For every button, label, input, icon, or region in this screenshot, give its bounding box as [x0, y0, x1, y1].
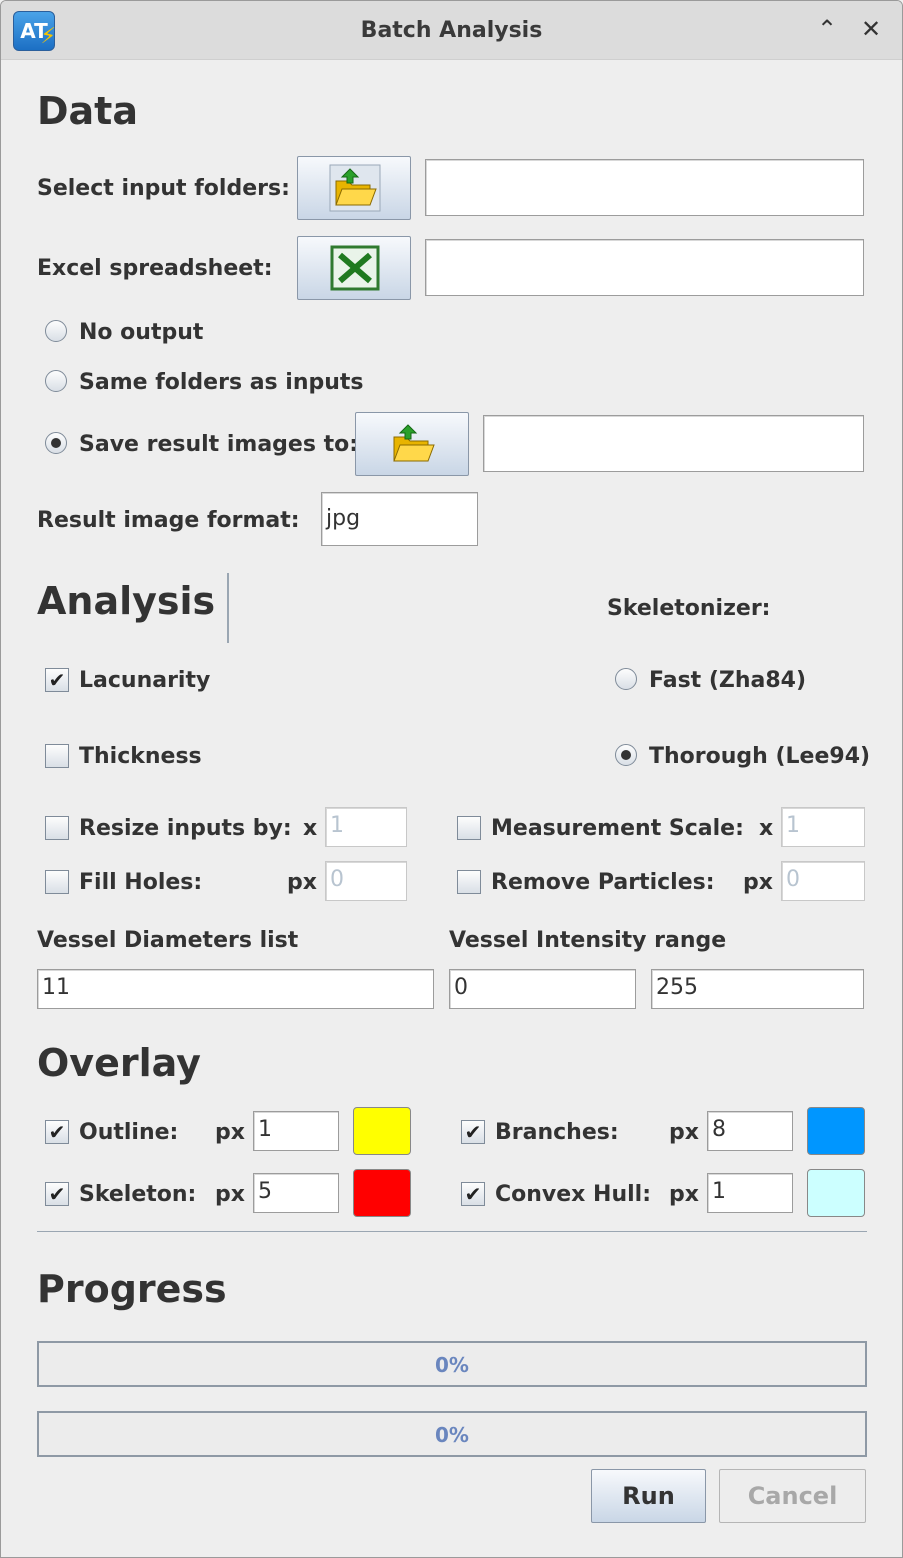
skeleton-checkbox[interactable]: ✔ — [45, 1182, 69, 1206]
branches-label: Branches: — [495, 1120, 619, 1145]
skeleton-label: Skeleton: — [79, 1182, 197, 1207]
outline-unit-label: px — [215, 1120, 245, 1145]
measurement-unit-label: x — [759, 816, 774, 841]
data-heading: Data — [37, 89, 138, 133]
skeleton-unit-label: px — [215, 1182, 245, 1207]
skeleton-width-field[interactable]: 5 — [253, 1173, 339, 1213]
progress-bar-1-text: 0% — [435, 1353, 469, 1377]
outline-color-swatch[interactable] — [353, 1107, 411, 1155]
remove-particles-field[interactable]: 0 — [781, 861, 865, 901]
title-bar: AT ⚡ Batch Analysis ⌃ ✕ — [1, 1, 902, 60]
select-input-folders-button[interactable] — [297, 156, 411, 220]
folder-open-icon — [329, 164, 381, 212]
batch-analysis-window: AT ⚡ Batch Analysis ⌃ ✕ Data Select input… — [0, 0, 903, 1558]
radio-same-folders[interactable] — [45, 370, 67, 392]
analysis-heading: Analysis — [37, 579, 216, 623]
remove-particles-label: Remove Particles: — [491, 870, 715, 895]
result-format-field[interactable]: jpg — [321, 492, 478, 546]
skeleton-color-swatch[interactable] — [353, 1169, 411, 1217]
convex-hull-checkbox[interactable]: ✔ — [461, 1182, 485, 1206]
run-button-label: Run — [622, 1482, 675, 1510]
vessel-diameters-label: Vessel Diameters list — [37, 928, 299, 953]
progress-bar-1: 0% — [37, 1341, 867, 1387]
outline-width-field[interactable]: 1 — [253, 1111, 339, 1151]
vessel-intensity-max-field[interactable]: 255 — [651, 969, 864, 1009]
progress-heading: Progress — [37, 1267, 227, 1311]
folder-open-icon — [393, 424, 435, 462]
save-result-path-field[interactable] — [483, 415, 864, 472]
measurement-scale-checkbox[interactable] — [457, 816, 481, 840]
thickness-checkbox[interactable] — [45, 744, 69, 768]
branches-color-swatch[interactable] — [807, 1107, 865, 1155]
progress-bar-2-text: 0% — [435, 1423, 469, 1447]
close-icon[interactable]: ✕ — [857, 15, 885, 43]
resize-inputs-field[interactable]: 1 — [325, 807, 407, 847]
overlay-heading: Overlay — [37, 1041, 201, 1085]
excel-spreadsheet-button[interactable] — [297, 236, 411, 300]
run-button[interactable]: Run — [591, 1469, 706, 1523]
radio-thorough-lee94[interactable] — [615, 744, 637, 766]
vessel-intensity-min-field[interactable]: 0 — [449, 969, 636, 1009]
fill-holes-checkbox[interactable] — [45, 870, 69, 894]
excel-icon — [330, 245, 380, 291]
input-folders-label: Select input folders: — [37, 176, 290, 201]
resize-unit-label: x — [303, 816, 318, 841]
convex-hull-label: Convex Hull: — [495, 1182, 651, 1207]
input-folders-field[interactable] — [425, 159, 864, 216]
chevron-up-icon[interactable]: ⌃ — [813, 15, 841, 43]
skeletonizer-label: Skeletonizer: — [607, 596, 771, 621]
remove-particles-checkbox[interactable] — [457, 870, 481, 894]
excel-spreadsheet-field[interactable] — [425, 239, 864, 296]
excel-spreadsheet-label: Excel spreadsheet: — [37, 256, 273, 281]
window-title: Batch Analysis — [360, 18, 543, 43]
cancel-button[interactable]: Cancel — [719, 1469, 866, 1523]
branches-checkbox[interactable]: ✔ — [461, 1120, 485, 1144]
convex-hull-width-field[interactable]: 1 — [707, 1173, 793, 1213]
thorough-lee94-label: Thorough (Lee94) — [649, 744, 871, 769]
lacunarity-checkbox[interactable]: ✔ — [45, 668, 69, 692]
no-output-label: No output — [79, 320, 204, 345]
result-format-label: Result image format: — [37, 508, 300, 533]
measurement-scale-field[interactable]: 1 — [781, 807, 865, 847]
fill-holes-label: Fill Holes: — [79, 870, 203, 895]
fast-zha84-label: Fast (Zha84) — [649, 668, 807, 693]
remove-particles-unit-label: px — [743, 870, 773, 895]
convex-hull-unit-label: px — [669, 1182, 699, 1207]
fill-holes-field[interactable]: 0 — [325, 861, 407, 901]
resize-inputs-label: Resize inputs by: — [79, 816, 292, 841]
progress-bar-2: 0% — [37, 1411, 867, 1457]
vessel-diameters-field[interactable]: 11 — [37, 969, 434, 1009]
outline-checkbox[interactable]: ✔ — [45, 1120, 69, 1144]
save-result-folder-button[interactable] — [355, 412, 469, 476]
radio-save-result-images[interactable] — [45, 432, 67, 454]
outline-label: Outline: — [79, 1120, 179, 1145]
radio-no-output[interactable] — [45, 320, 67, 342]
cancel-button-label: Cancel — [747, 1482, 838, 1510]
resize-inputs-checkbox[interactable] — [45, 816, 69, 840]
vessel-intensity-label: Vessel Intensity range — [449, 928, 727, 953]
analysis-divider — [227, 573, 229, 643]
overlay-separator — [37, 1231, 867, 1232]
save-result-images-label: Save result images to: — [79, 432, 359, 457]
fill-holes-unit-label: px — [287, 870, 317, 895]
branches-unit-label: px — [669, 1120, 699, 1145]
lacunarity-label: Lacunarity — [79, 668, 211, 693]
branches-width-field[interactable]: 8 — [707, 1111, 793, 1151]
radio-fast-zha84[interactable] — [615, 668, 637, 690]
thickness-label: Thickness — [79, 744, 202, 769]
same-folders-label: Same folders as inputs — [79, 370, 364, 395]
measurement-scale-label: Measurement Scale: — [491, 816, 744, 841]
convex-hull-color-swatch[interactable] — [807, 1169, 865, 1217]
